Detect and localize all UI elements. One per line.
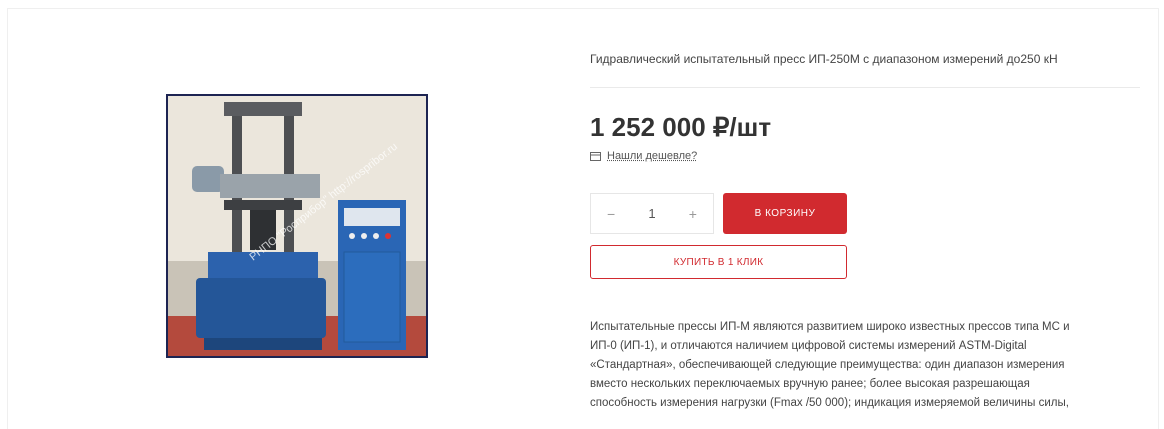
buy-one-click-button[interactable]: КУПИТЬ В 1 КЛИК <box>590 245 847 279</box>
description-line: ИП-0 (ИП-1), и отличаются наличием цифро… <box>590 340 1027 352</box>
found-cheaper-link[interactable]: Нашли дешевле? <box>607 150 697 162</box>
quantity-stepper: − 1 + <box>590 193 714 234</box>
cabinet-knob-1 <box>349 233 355 239</box>
motor <box>192 166 224 192</box>
base-plinth <box>204 338 322 350</box>
product-price: 1 252 000 ₽/шт <box>590 112 772 142</box>
add-to-cart-button[interactable]: В КОРЗИНУ <box>723 193 847 234</box>
middle-crosshead <box>220 174 320 198</box>
quantity-value[interactable]: 1 <box>648 206 655 221</box>
description-line: вместо нескольких переключаемых вручную … <box>590 378 1030 390</box>
product-title: Гидравлический испытательный пресс ИП-25… <box>590 52 1058 66</box>
base-body <box>196 278 326 338</box>
description-line: Испытательные прессы ИП-М являются разви… <box>590 321 1070 333</box>
divider <box>590 87 1140 88</box>
cabinet-knob-4 <box>385 233 391 239</box>
wallet-icon <box>590 151 601 161</box>
increase-button[interactable]: + <box>689 206 697 222</box>
cabinet-door <box>343 251 401 343</box>
found-cheaper[interactable]: Нашли дешевле? <box>590 150 697 162</box>
product-image[interactable]: РНПО "Росприбор" http://rospribor.ru <box>166 94 428 358</box>
product-description: Испытательные прессы ИП-М являются разви… <box>590 318 1150 413</box>
decrease-button[interactable]: − <box>607 206 615 222</box>
cabinet-display <box>344 208 400 226</box>
lower-crosshead <box>224 200 302 210</box>
cabinet-knob-2 <box>361 233 367 239</box>
press-machine-illustration: РНПО "Росприбор" http://rospribor.ru <box>168 96 426 356</box>
description-line: способность измерения нагрузки (Fmax /50… <box>590 397 1069 409</box>
description-line: «Стандартная», обеспечивающей следующие … <box>590 359 1065 371</box>
top-crosshead <box>224 102 302 116</box>
cabinet-knob-3 <box>373 233 379 239</box>
